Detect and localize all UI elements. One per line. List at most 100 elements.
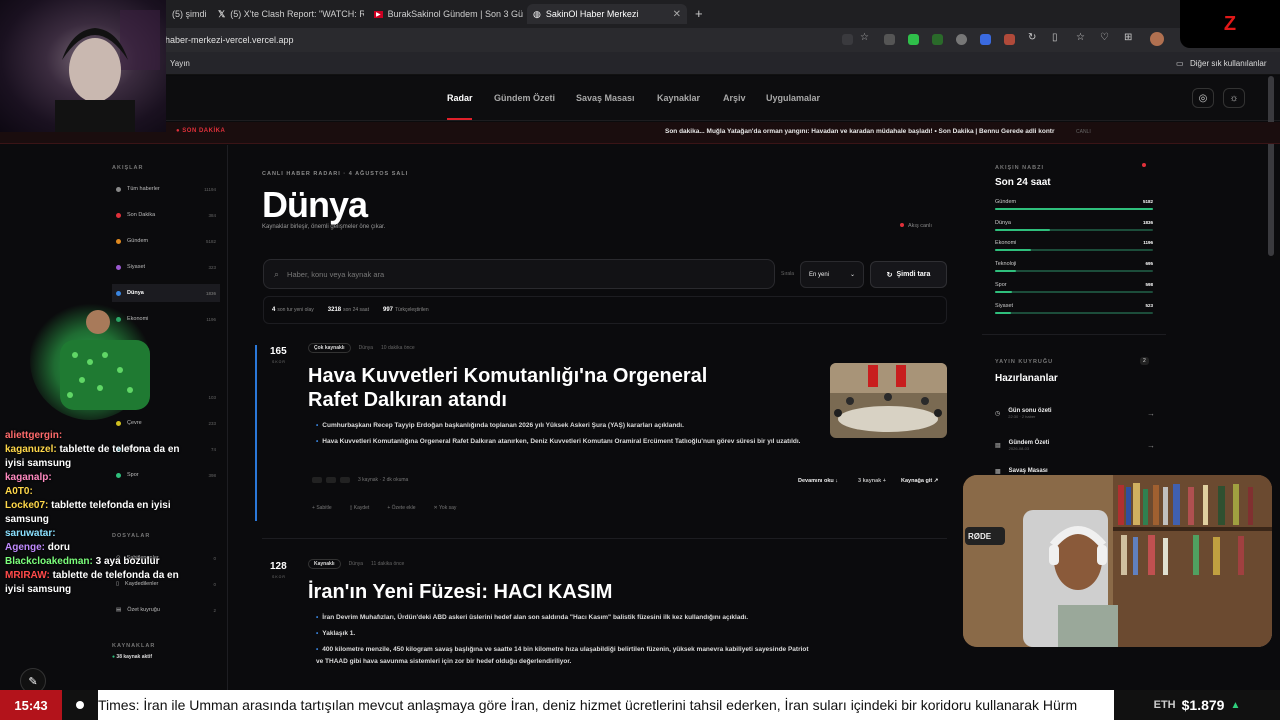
queue-item[interactable]: ▤ Gündem Özeti 2026-08-03 →	[995, 431, 1155, 459]
chat-message: Agenge: doru	[5, 541, 180, 555]
channel-logo: Z	[1180, 0, 1280, 48]
scrollbar[interactable]	[1268, 76, 1274, 256]
site-nav	[0, 76, 1280, 121]
sources-link[interactable]: 3 kaynak +	[858, 478, 886, 484]
extension-icon[interactable]	[908, 34, 919, 45]
story-thumbnail[interactable]	[830, 363, 947, 438]
search-box: ⌕	[263, 259, 775, 289]
sidebar-item[interactable]: Gündem 5182	[112, 232, 220, 250]
eth-symbol: ETH	[1153, 699, 1176, 711]
sidebar-item[interactable]: Siyaset 323	[112, 258, 220, 276]
story-meta: Çok kaynaklı Dünya 10 dakika önce	[308, 343, 415, 353]
other-bookmarks[interactable]: Diğer sık kullanılanlar	[1190, 59, 1266, 68]
nav-gundem-ozeti[interactable]: Gündem Özeti	[494, 93, 555, 103]
story-headline[interactable]: Hava Kuvvetleri Komutanlığı'na Orgeneral…	[308, 364, 818, 412]
sort-label: Sırala	[781, 271, 795, 277]
refresh-icon[interactable]: ↻	[1028, 32, 1039, 43]
stat-translated: 997 Türkçeleştirilen	[382, 307, 429, 313]
browser-tab[interactable]: 𝕏(5) X'te Clash Report: "WATCH: Ru✕	[212, 4, 364, 24]
webcam-overlay: RØDE	[963, 475, 1272, 647]
page-kicker: CANLI HABER RADARI · 4 AĞUSTOS SALI	[262, 171, 409, 177]
nav-savas-masasi[interactable]: Savaş Masası	[576, 93, 635, 103]
chat-message: MRIRAW: tablette de telefonda da en iyis…	[5, 569, 180, 597]
nav-uygulamalar[interactable]: Uygulamalar	[766, 93, 820, 103]
folder-icon: ▭	[1176, 59, 1184, 68]
bookmarks-bar	[0, 52, 1280, 75]
sidebar-item-summary-queue[interactable]: ▤ Özet kuyruğu 2	[112, 601, 220, 619]
avatar[interactable]	[1150, 32, 1164, 46]
nav-radar[interactable]: Radar	[447, 93, 473, 103]
sidebar-item[interactable]: Tüm haberler 11194	[112, 180, 220, 198]
extension-icon[interactable]	[884, 34, 895, 45]
story-score: 165	[270, 346, 287, 357]
arrow-right-icon: →	[1147, 408, 1155, 418]
chat-username: Locke07:	[5, 500, 49, 511]
globe-icon: ◍	[533, 8, 541, 19]
extension-icon[interactable]	[1004, 34, 1015, 45]
scan-now-button[interactable]: ↻ Şimdi tara	[870, 261, 947, 288]
extension-icon[interactable]	[956, 34, 967, 45]
star-icon[interactable]: ☆	[860, 32, 871, 43]
sidebar-item[interactable]: Son Dakika 384	[112, 206, 220, 224]
heart-icon[interactable]: ♡	[1100, 32, 1111, 43]
bullet-item: İran Devrim Muhafızları, Ürdün'deki ABD …	[316, 612, 816, 624]
breaking-text[interactable]: Son dakika... Muğla Yatağan'da orman yan…	[665, 128, 1055, 135]
chat-message: saruwatar:	[5, 527, 180, 541]
read-more-link[interactable]: Devamını oku ↓	[798, 478, 838, 484]
category-dot-icon	[116, 264, 121, 270]
site-favicon-icon: ▶	[374, 10, 383, 18]
chat-message: Locke07: tablette telefonda en iyisi sam…	[5, 499, 180, 527]
nav-kaynaklar[interactable]: Kaynaklar	[657, 93, 700, 103]
story-bullets: İran Devrim Muhafızları, Ürdün'deki ABD …	[316, 612, 816, 668]
url-field[interactable]: haber-merkezi-vercel.vercel.app	[165, 35, 294, 45]
chat-username: Agenge:	[5, 542, 45, 553]
pin-button[interactable]: + Sabitle	[312, 505, 332, 511]
story-headline[interactable]: İran'ın Yeni Füzesi: HACI KASIM	[308, 580, 828, 604]
reader-icon[interactable]	[842, 34, 853, 45]
pulse-row: Ekonomi 1196	[995, 240, 1153, 254]
queue-item[interactable]: ◷ Gün sonu özeti 22:30 · 2 haber →	[995, 399, 1155, 427]
stat-24h: 3218 son 24 saat	[327, 307, 369, 313]
add-to-summary-button[interactable]: + Özete ekle	[387, 505, 415, 511]
sort-select[interactable]: En yeni ⌄	[800, 261, 864, 288]
story-time: 10 dakika önce	[381, 345, 415, 351]
panel-heading: YAYIN KUYRUĞU	[995, 359, 1054, 365]
record-dot-icon	[62, 690, 98, 720]
story-time: 11 dakika önce	[371, 561, 405, 567]
panel-heading: AKIŞIN NABZI	[995, 165, 1044, 171]
stat-new-events: 4 son tur yeni olay	[272, 307, 314, 313]
target-icon[interactable]: ◎	[1192, 88, 1214, 108]
streamer-avatar-overlay	[30, 300, 150, 420]
extension-icon[interactable]	[932, 34, 943, 45]
pulse-row: Spor 598	[995, 282, 1153, 296]
pulse-bar	[995, 290, 1153, 293]
ignore-button[interactable]: ✕ Yok say	[434, 505, 457, 511]
pulse-bar	[995, 249, 1153, 252]
story-category: Dünya	[348, 561, 364, 567]
browser-tab-active[interactable]: ◍ SakinOl Haber Merkezi ✕	[527, 4, 687, 24]
panel-title: Hazırlananlar	[995, 373, 1058, 384]
new-tab-button[interactable]: +	[695, 6, 703, 21]
nav-arsiv[interactable]: Arşiv	[723, 93, 746, 103]
story-actions: + Sabitle ▯ Kaydet + Özete ekle ✕ Yok sa…	[312, 505, 456, 511]
browser-tab[interactable]: (5) şimdi✕	[166, 4, 206, 24]
sidebar-icon[interactable]: ▯	[1052, 32, 1063, 43]
collections-icon[interactable]: ⊞	[1124, 32, 1135, 43]
sidebar-heading: KAYNAKLAR	[112, 643, 156, 649]
translate-icon[interactable]	[980, 34, 991, 45]
sources-active: ● 38 kaynak aktif	[112, 654, 153, 660]
favorites-icon[interactable]: ☆	[1076, 32, 1087, 43]
story-score: 128	[270, 561, 287, 572]
go-to-source-link[interactable]: Kaynağa git ↗	[901, 478, 938, 484]
save-button[interactable]: ▯ Kaydet	[350, 505, 370, 511]
mic-brand-label: RØDE	[968, 532, 992, 541]
search-input[interactable]	[287, 269, 764, 279]
close-icon[interactable]: ✕	[673, 9, 681, 20]
browser-tab[interactable]: ▶BurakSakinol Gündem | Son 3 Gün✕	[368, 4, 523, 24]
bookmark-item[interactable]: Yayın	[170, 59, 190, 68]
theme-toggle-icon[interactable]: ☼	[1223, 88, 1245, 108]
news-ticker: Times: İran ile Umman arasında tartışıla…	[98, 690, 1114, 720]
page-subtitle: Kaynaklar birleşir, önemli gelişmeler ön…	[262, 224, 386, 230]
live-status: Akış canlı	[900, 223, 932, 229]
bullet-item: 400 kilometre menzile, 450 kilogram sava…	[316, 644, 816, 668]
